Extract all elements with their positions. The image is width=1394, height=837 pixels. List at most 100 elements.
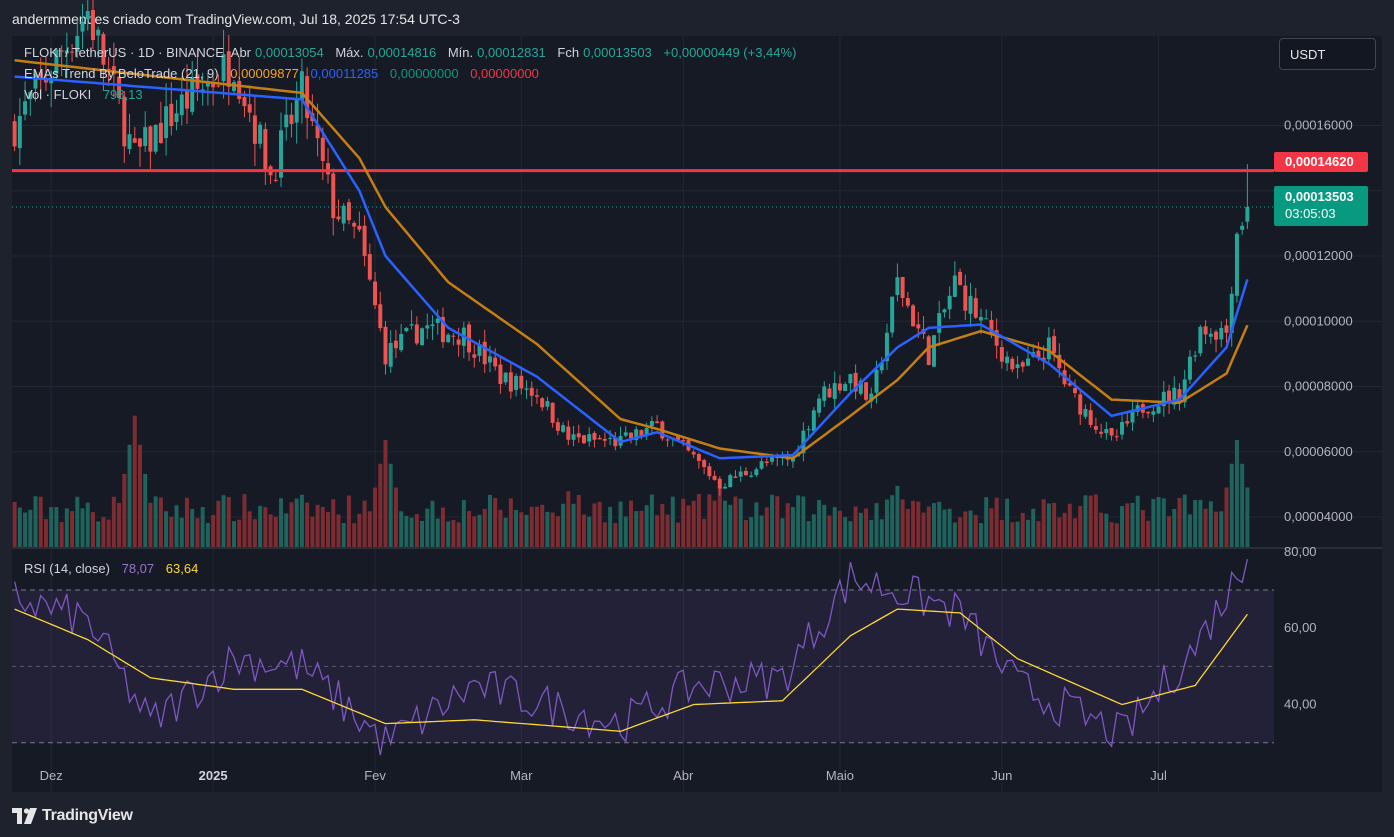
candle-body (555, 422, 560, 431)
candle-body (420, 328, 425, 346)
candle-body (1088, 410, 1093, 425)
volume-bar (440, 507, 445, 548)
candle-body (1099, 431, 1104, 434)
volume-bar (629, 500, 633, 548)
volume-bar (1172, 508, 1177, 548)
volume-bar (561, 503, 566, 548)
candle-body (425, 325, 430, 329)
volume-bar (132, 415, 137, 548)
volume-bar (12, 502, 17, 548)
volume-bar (242, 494, 247, 548)
price-chart[interactable]: 0,000160000,000140000,000120000,00010000… (0, 0, 1394, 837)
volume-bar (707, 494, 712, 548)
candle-body (1245, 207, 1250, 222)
candle-body (487, 356, 492, 363)
volume-bar (665, 514, 670, 548)
candle-body (169, 103, 174, 127)
rsi-axis: 80,00 60,00 40,00 (1284, 544, 1317, 712)
candle-body (822, 386, 827, 401)
candle-body (23, 101, 28, 115)
candle-body (890, 296, 895, 333)
volume-bar (127, 444, 132, 548)
volume-bar (420, 520, 425, 548)
volume-bar (890, 495, 895, 548)
rsi-tick-label: 60,00 (1284, 620, 1317, 635)
volume-bar (1125, 503, 1130, 548)
ema9-line (14, 75, 1249, 460)
volume-bar (566, 491, 571, 548)
volume-bar (1193, 499, 1198, 548)
candle-body (1146, 411, 1151, 414)
volume-bar (994, 497, 999, 548)
volume-bar (524, 514, 529, 548)
volume-bar (498, 509, 503, 548)
volume-bar (237, 519, 242, 548)
volume-bar (425, 508, 430, 548)
candle-body (96, 29, 101, 36)
candle-body (895, 277, 900, 295)
candle-body (17, 116, 22, 149)
volume-bar (1156, 497, 1161, 548)
volume-bar (1088, 495, 1093, 548)
ema-legend[interactable]: EMAs Trend By BeloTrade (21, 9) 0,000098… (24, 66, 543, 81)
candle-body (326, 163, 331, 175)
volume-bar (446, 521, 451, 548)
volume-bar (869, 519, 874, 548)
volume-bar (534, 506, 539, 548)
volume-bar (655, 515, 660, 548)
candle-body (649, 421, 654, 427)
volume-bar (639, 510, 644, 548)
candle-body (12, 121, 17, 147)
candle-body (456, 339, 461, 345)
rsi-legend[interactable]: RSI (14, close) 78,07 63,64 (24, 561, 202, 576)
volume-bar (1093, 494, 1098, 548)
volume-bar (284, 513, 289, 548)
volume-bar (409, 517, 414, 548)
candle-body (717, 478, 722, 489)
volume-bar (749, 517, 754, 548)
volume-bar (759, 515, 764, 548)
volume-bar (686, 505, 691, 548)
candle-body (566, 426, 571, 440)
volume-bar (96, 521, 101, 548)
volume-legend[interactable]: Vol · FLOKI 798,13 (24, 87, 147, 102)
volume-bar (54, 507, 59, 548)
volume-bar (190, 508, 195, 548)
candle-body (696, 454, 701, 461)
volume-bar (1109, 522, 1114, 548)
symbol-name[interactable]: FLOKI / TetherUS · 1D · BINANCE (24, 45, 224, 60)
volume-bar (378, 463, 383, 548)
volume-bar (399, 511, 404, 548)
volume-bar (362, 500, 367, 548)
volume-bar (482, 508, 487, 548)
volume-bar (388, 463, 393, 548)
volume-bar (503, 517, 508, 548)
candle-body (999, 347, 1004, 362)
volume-bar (592, 503, 597, 548)
candle-body (388, 342, 393, 367)
volume-bar (728, 504, 733, 548)
volume-bar (467, 511, 472, 548)
volume-bar (357, 513, 362, 548)
candle-body (926, 336, 931, 365)
volume-bar (602, 522, 607, 548)
time-tick-label: Mar (510, 768, 533, 783)
volume-bar (1067, 503, 1072, 548)
volume-bar (900, 499, 905, 548)
time-tick-label: Fev (364, 768, 386, 783)
candle-body (764, 461, 769, 464)
volume-bar (775, 496, 780, 548)
volume-bar (817, 499, 822, 548)
volume-bar (49, 507, 54, 548)
volume-bar (393, 487, 398, 548)
candle-body (749, 475, 754, 477)
volume-bar (853, 506, 858, 548)
price-axis: 0,000160000,000140000,000120000,00010000… (1284, 118, 1353, 524)
candle-body (597, 437, 602, 440)
candle-body (179, 94, 184, 116)
candle-body (608, 437, 613, 439)
candle-body (743, 470, 748, 476)
candle-body (237, 80, 242, 100)
currency-button[interactable]: USDT (1279, 38, 1376, 70)
volume-bar (937, 501, 942, 548)
